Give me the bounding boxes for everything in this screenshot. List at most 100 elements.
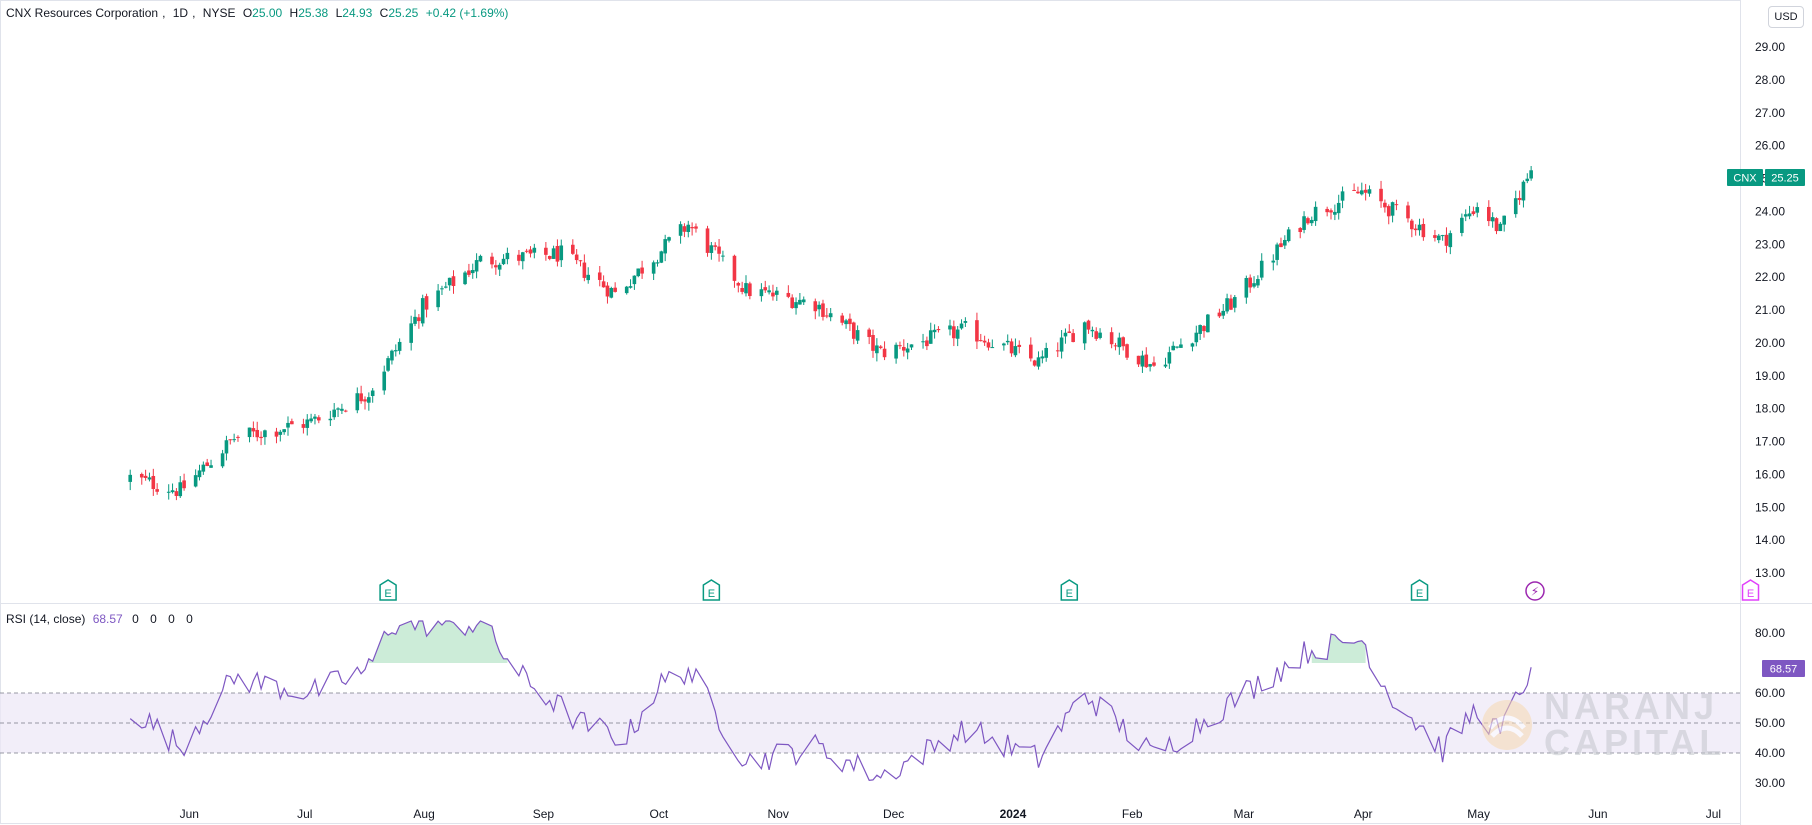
h-letter: H [289, 6, 299, 20]
candle [1202, 325, 1206, 338]
candle-body [978, 340, 983, 342]
candle [1144, 347, 1149, 368]
candle-body [228, 439, 233, 441]
candle-body [1271, 260, 1276, 263]
candle [166, 484, 171, 500]
event-marker-earnings[interactable]: E [702, 579, 721, 601]
candle-body [740, 288, 744, 292]
candle [1148, 363, 1152, 372]
price-tick-label: 24.00 [1755, 204, 1785, 218]
event-marker-earnings[interactable]: E [1060, 579, 1079, 601]
candle [1090, 326, 1095, 338]
rsi-legend[interactable]: RSI (14, close) 68.57 0 0 0 0 [6, 612, 197, 626]
candle [1248, 274, 1252, 293]
candle [1390, 201, 1395, 223]
candle-body [1490, 217, 1495, 222]
candle [986, 338, 991, 351]
candle [632, 275, 637, 290]
candle [178, 476, 183, 498]
candle [436, 284, 440, 312]
event-label: E [1747, 588, 1754, 600]
legend-header[interactable]: CNX Resources Corporation, 1D, NYSE O25.… [6, 6, 512, 20]
candle [709, 241, 714, 260]
low-label: L24.93 [336, 6, 373, 20]
last-price-tag: CNX 25.25 [1727, 169, 1805, 186]
candle-body [444, 286, 448, 288]
candle-body [390, 350, 394, 361]
open-label: O25.00 [243, 6, 282, 20]
currency-button[interactable]: USD [1768, 6, 1804, 28]
candle-body [709, 245, 714, 253]
candle-body [759, 289, 764, 297]
candle [409, 315, 413, 351]
candle [1217, 308, 1222, 318]
candle [170, 483, 175, 494]
candle-body [224, 440, 229, 454]
candle-body [1333, 211, 1337, 215]
candle-body [340, 408, 344, 411]
candle-body [1009, 341, 1014, 354]
candle [1259, 253, 1264, 281]
candle-body [1229, 298, 1233, 310]
event-marker-split-dividend[interactable]: ⚡ [1525, 581, 1545, 601]
candle-body [1144, 354, 1149, 368]
candle [1013, 338, 1018, 358]
candle [636, 268, 641, 278]
candle-body [1498, 223, 1503, 232]
candle [721, 250, 725, 262]
candle-body [1386, 206, 1391, 217]
rsi-value: 68.57 [92, 612, 123, 626]
candle-body [786, 292, 791, 297]
candle-body [182, 480, 186, 489]
candle [771, 284, 775, 301]
candle-body [736, 283, 741, 286]
candle-body [1313, 206, 1318, 222]
event-marker-earnings[interactable]: E [379, 579, 397, 601]
candle [925, 336, 929, 351]
candle [336, 407, 340, 418]
candle-body [921, 341, 925, 343]
candle-body [1044, 347, 1049, 358]
candle [386, 355, 390, 372]
candle-body [1225, 298, 1229, 312]
candle [1283, 235, 1287, 250]
candle [1275, 242, 1279, 266]
candle [420, 294, 425, 327]
candle-body [1487, 206, 1491, 222]
candle [1417, 218, 1422, 236]
event-marker-earnings[interactable]: E [1410, 579, 1429, 601]
candle [1067, 324, 1072, 334]
price-tick-label: 26.00 [1755, 139, 1785, 153]
candle [667, 236, 671, 243]
candle [551, 245, 556, 259]
low-value: 24.93 [342, 6, 373, 20]
candle-body [813, 301, 818, 312]
candle [147, 472, 152, 482]
candle-body [1067, 331, 1072, 333]
candle-body [544, 247, 548, 255]
candle-body [959, 323, 964, 329]
candle [571, 239, 575, 255]
candle-body [1086, 320, 1091, 330]
candle-body [336, 408, 340, 410]
candle-body [474, 260, 479, 272]
candle-body [794, 302, 798, 309]
price-tick-label: 23.00 [1755, 237, 1785, 251]
events-row[interactable]: E E E E ⚡ E [379, 579, 1760, 601]
candle [894, 342, 898, 364]
candle-body [143, 475, 148, 478]
candle [1525, 173, 1530, 184]
candle [1329, 208, 1333, 220]
candle [305, 414, 310, 436]
candle [1098, 328, 1102, 340]
candle [690, 222, 694, 236]
candle [474, 253, 479, 279]
candle-body [936, 329, 941, 331]
candle-body [555, 245, 560, 262]
candle [1433, 229, 1437, 242]
exchange: NYSE [202, 6, 236, 20]
candle [844, 318, 848, 329]
event-marker-future-earnings[interactable]: E [1741, 579, 1760, 601]
candle-body [1194, 332, 1199, 343]
candle-body [694, 226, 698, 229]
